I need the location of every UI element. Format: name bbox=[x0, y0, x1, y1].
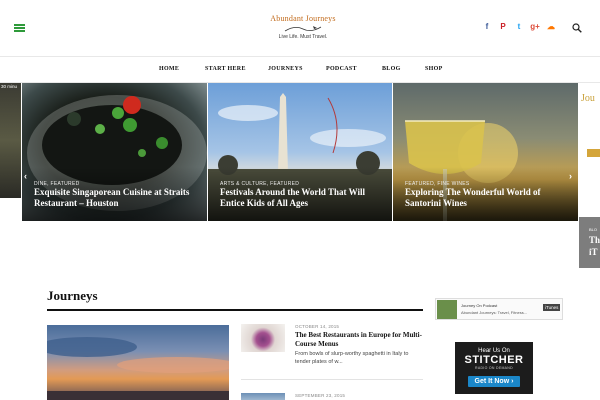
slider-next-arrow-icon[interactable]: › bbox=[569, 171, 572, 181]
site-logo[interactable]: Abundant Journeys Live Life. Must Travel… bbox=[266, 14, 340, 46]
post-date: SEPTEMBER 23, 2015 bbox=[295, 393, 346, 398]
logo-name: Abundant Journeys bbox=[270, 14, 336, 23]
stitcher-logo-text: STITCHER bbox=[464, 354, 524, 366]
facebook-icon[interactable]: f bbox=[482, 22, 492, 31]
soundcloud-icon[interactable]: ☁ bbox=[546, 22, 556, 31]
sunset-image bbox=[47, 337, 229, 400]
nav-item-journeys[interactable]: JOURNEYS bbox=[268, 66, 303, 72]
slide-peek-right-title-1: Th bbox=[589, 235, 600, 245]
list-item[interactable]: OCTOBER 14, 2015 The Best Restaurants in… bbox=[241, 324, 423, 376]
slide-peek-left[interactable]: 30 minu bbox=[0, 83, 21, 198]
podcast-title[interactable]: Journey On Podcast bbox=[461, 303, 497, 308]
slide-peek-left-text: 30 minu bbox=[1, 84, 18, 89]
nav-item-start-here[interactable]: START HERE bbox=[205, 66, 246, 72]
stitcher-sub-label: RADIO ON DEMAND bbox=[475, 366, 513, 370]
itunes-button[interactable]: iTunes bbox=[543, 304, 561, 311]
section-divider bbox=[47, 309, 423, 311]
logo-tagline: Live Life. Must Travel. bbox=[278, 34, 328, 40]
podcast-artwork[interactable] bbox=[437, 300, 457, 319]
google-plus-icon[interactable]: g+ bbox=[530, 22, 540, 31]
nav-item-podcast[interactable]: PODCAST bbox=[326, 66, 357, 72]
slide-peek-right-image: BLO Th iT bbox=[579, 217, 600, 268]
podcast-subtitle: Abundant Journeys: Travel, Fitness... bbox=[461, 310, 528, 315]
post-divider bbox=[241, 379, 423, 380]
pinterest-icon[interactable]: P bbox=[498, 22, 508, 31]
slide-singapore-cuisine[interactable]: DINE, FEATURED Exquisite Singaporean Cui… bbox=[22, 83, 207, 221]
stitcher-get-it-button[interactable]: Get It Now › bbox=[468, 376, 520, 387]
post-excerpt: From bowls of slurp-worthy spaghetti in … bbox=[295, 351, 409, 365]
logo-swoosh-icon bbox=[284, 26, 322, 32]
slide-title[interactable]: Exquisite Singaporean Cuisine at Straits… bbox=[34, 187, 204, 209]
search-icon[interactable] bbox=[572, 23, 582, 33]
post-thumbnail[interactable] bbox=[241, 324, 285, 352]
section-title-journeys: Journeys bbox=[47, 288, 98, 303]
slide-peek-right-category: BLO bbox=[589, 227, 598, 232]
social-links: f P t g+ ☁ bbox=[482, 22, 556, 31]
slide-festivals[interactable]: ARTS & CULTURE, FEATURED Festivals Aroun… bbox=[208, 83, 392, 221]
slide-santorini-wines[interactable]: FEATURED, FINE WINES Exploring The Wonde… bbox=[393, 83, 578, 221]
journeys-feature-image[interactable] bbox=[47, 325, 229, 400]
stitcher-banner[interactable]: Hear Us On STITCHER RADIO ON DEMAND Get … bbox=[455, 342, 533, 394]
site-header: Abundant Journeys Live Life. Must Travel… bbox=[0, 0, 600, 56]
post-date: OCTOBER 14, 2015 bbox=[295, 324, 340, 329]
slide-title[interactable]: Exploring The Wonderful World of Santori… bbox=[405, 187, 575, 209]
featured-slider: 30 minu DINE, FEATURED Exquisite Singapo… bbox=[0, 83, 600, 268]
slider-prev-arrow-icon[interactable]: ‹ bbox=[24, 171, 27, 181]
slide-peek-right-title-2: iT bbox=[589, 247, 598, 257]
nav-item-blog[interactable]: BLOG bbox=[382, 66, 401, 72]
nav-item-home[interactable]: HOME bbox=[159, 66, 179, 72]
slide-peek-right-text: Jou bbox=[581, 93, 595, 104]
main-nav: HOME START HERE JOURNEYS PODCAST BLOG SH… bbox=[0, 56, 600, 83]
podcast-widget[interactable]: Journey On Podcast Abundant Journeys: Tr… bbox=[435, 298, 563, 320]
slide-title[interactable]: Festivals Around the World That Will Ent… bbox=[220, 187, 390, 209]
twitter-icon[interactable]: t bbox=[514, 22, 524, 31]
list-item[interactable]: SEPTEMBER 23, 2015 bbox=[241, 393, 423, 400]
post-thumbnail[interactable] bbox=[241, 393, 285, 400]
hamburger-menu-icon[interactable] bbox=[14, 24, 25, 32]
post-title[interactable]: The Best Restaurants in Europe for Multi… bbox=[295, 331, 423, 349]
nav-item-shop[interactable]: SHOP bbox=[425, 66, 443, 72]
slide-peek-right[interactable]: Jou BLO Th iT bbox=[579, 83, 600, 268]
slide-peek-right-badge bbox=[587, 149, 600, 157]
